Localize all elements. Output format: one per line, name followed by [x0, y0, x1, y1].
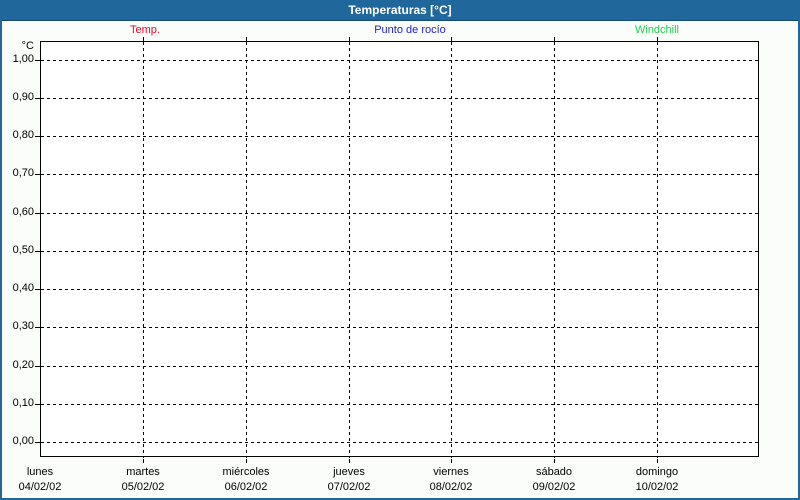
grid-hline	[41, 251, 760, 252]
y-tick-label: 0,60	[0, 206, 34, 219]
y-axis-tick	[35, 136, 40, 137]
x-day-name-label: martes	[126, 466, 160, 479]
x-axis-top-tick	[554, 37, 555, 41]
chart-title-bar: Temperaturas [°C]	[0, 0, 800, 21]
x-day-name-label: jueves	[333, 466, 365, 479]
y-tick-label: 0,30	[0, 320, 34, 333]
y-axis-tick	[35, 289, 40, 290]
y-tick-label: 0,50	[0, 244, 34, 257]
y-tick-label: 1,00	[0, 53, 34, 66]
grid-vline	[657, 42, 658, 458]
x-axis-top-tick	[143, 37, 144, 41]
grid-hline	[41, 136, 760, 137]
y-axis-tick	[35, 366, 40, 367]
x-day-name-label: viernes	[433, 466, 468, 479]
y-tick-label: 0,80	[0, 129, 34, 142]
x-day-name-label: domingo	[636, 466, 678, 479]
legend-item-windchill: Windchill	[635, 23, 679, 38]
x-axis-bottom-tick	[657, 459, 658, 463]
grid-hline	[41, 213, 760, 214]
y-axis-tick	[35, 404, 40, 405]
grid-hline	[41, 174, 760, 175]
grid-hline	[41, 60, 760, 61]
y-axis-tick	[35, 98, 40, 99]
x-date-label: 10/02/02	[636, 481, 679, 494]
x-day-name-label: lunes	[27, 466, 53, 479]
x-date-label: 08/02/02	[430, 481, 473, 494]
x-axis-bottom-tick	[246, 459, 247, 463]
grid-hline	[41, 98, 760, 99]
x-axis-top-tick	[246, 37, 247, 41]
y-axis-tick	[35, 60, 40, 61]
x-date-label: 07/02/02	[328, 481, 371, 494]
y-axis-tick	[35, 327, 40, 328]
x-axis-top-tick	[451, 37, 452, 41]
x-day-name-label: sábado	[536, 466, 572, 479]
x-date-label: 06/02/02	[225, 481, 268, 494]
y-axis-tick	[35, 251, 40, 252]
y-tick-label: 0,00	[0, 435, 34, 448]
x-axis-bottom-tick	[554, 459, 555, 463]
x-axis-top-tick	[657, 37, 658, 41]
grid-hline	[41, 442, 760, 443]
chart-title: Temperaturas [°C]	[348, 3, 451, 17]
legend-item-temp: Temp.	[130, 23, 160, 38]
y-axis-tick	[35, 174, 40, 175]
plot-area	[40, 41, 759, 457]
x-date-label: 04/02/02	[19, 481, 62, 494]
grid-hline	[41, 366, 760, 367]
y-tick-label: 0,10	[0, 397, 34, 410]
y-tick-label: 0,20	[0, 359, 34, 372]
legend-item-dew-point: Punto de rocío	[374, 23, 446, 38]
y-axis-tick	[35, 213, 40, 214]
x-date-label: 09/02/02	[533, 481, 576, 494]
temperature-chart-window: Temperaturas [°C] Temp. Punto de rocío W…	[0, 0, 800, 500]
grid-vline	[246, 42, 247, 458]
y-axis-unit-label: °C	[0, 40, 34, 53]
x-axis-bottom-tick	[451, 459, 452, 463]
grid-vline	[451, 42, 452, 458]
x-axis-bottom-tick	[349, 459, 350, 463]
y-tick-label: 0,70	[0, 167, 34, 180]
y-tick-label: 0,40	[0, 282, 34, 295]
grid-hline	[41, 404, 760, 405]
x-day-name-label: miércoles	[222, 466, 269, 479]
y-axis-tick	[35, 442, 40, 443]
grid-vline	[554, 42, 555, 458]
grid-hline	[41, 327, 760, 328]
y-tick-label: 0,90	[0, 91, 34, 104]
grid-vline	[143, 42, 144, 458]
grid-hline	[41, 289, 760, 290]
grid-vline	[349, 42, 350, 458]
x-axis-top-tick	[349, 37, 350, 41]
x-date-label: 05/02/02	[122, 481, 165, 494]
x-axis-bottom-tick	[143, 459, 144, 463]
